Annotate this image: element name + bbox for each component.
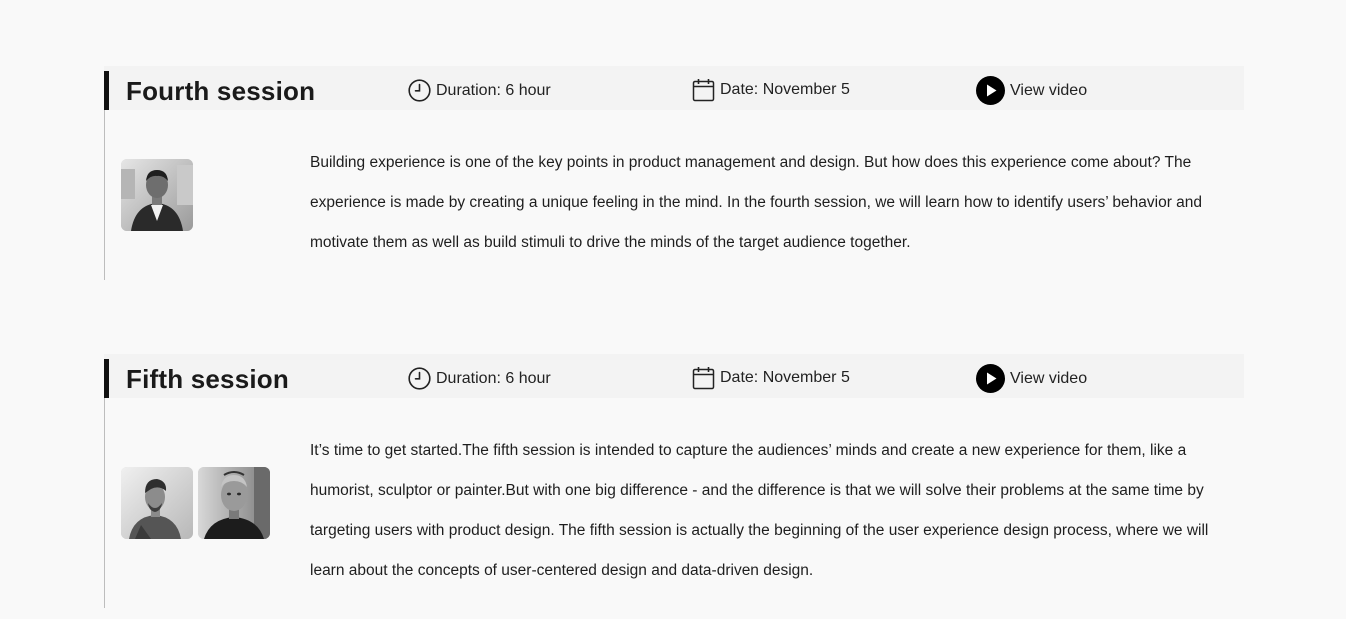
session-date: Date: November 5: [692, 366, 850, 390]
play-icon[interactable]: [976, 364, 1005, 393]
session-header: Fourth session Duration: 6 hour Date: No…: [104, 66, 1244, 110]
header-accent-bar: [104, 71, 109, 110]
session-description: It’s time to get started.The fifth sessi…: [310, 442, 1209, 579]
session-description: Building experience is one of the key po…: [310, 154, 1203, 251]
avatar: [121, 159, 193, 231]
session-title: Fifth session: [126, 364, 289, 394]
session-duration: Duration: 6 hour: [408, 79, 551, 102]
view-video-label[interactable]: View video: [1010, 370, 1087, 388]
view-video-button[interactable]: View video: [976, 364, 1087, 393]
session-card-fifth: Fifth session Duration: 6 hour Date: Nov…: [104, 354, 1244, 608]
duration-text: Duration: 6 hour: [436, 369, 551, 387]
header-accent-bar: [104, 359, 109, 398]
session-header: Fifth session Duration: 6 hour Date: Nov…: [104, 354, 1244, 398]
clock-icon: [408, 79, 431, 102]
speaker-avatars: [121, 467, 270, 539]
sessions-page: Fourth session Duration: 6 hour Date: No…: [0, 0, 1346, 619]
play-icon[interactable]: [976, 76, 1005, 105]
avatar: [121, 467, 193, 539]
view-video-button[interactable]: View video: [976, 76, 1087, 105]
calendar-icon: [692, 366, 715, 390]
calendar-icon: [692, 78, 715, 102]
duration-text: Duration: 6 hour: [436, 81, 551, 99]
clock-icon: [408, 367, 431, 390]
session-date: Date: November 5: [692, 78, 850, 102]
session-title: Fourth session: [126, 76, 316, 106]
timeline-line: [104, 398, 105, 608]
date-text: Date: November 5: [720, 81, 850, 98]
speaker-avatars: [121, 159, 193, 231]
date-text: Date: November 5: [720, 369, 850, 386]
session-duration: Duration: 6 hour: [408, 367, 551, 390]
timeline-line: [104, 110, 105, 280]
view-video-label[interactable]: View video: [1010, 82, 1087, 100]
avatar: [198, 467, 270, 539]
session-card-fourth: Fourth session Duration: 6 hour Date: No…: [104, 66, 1244, 280]
